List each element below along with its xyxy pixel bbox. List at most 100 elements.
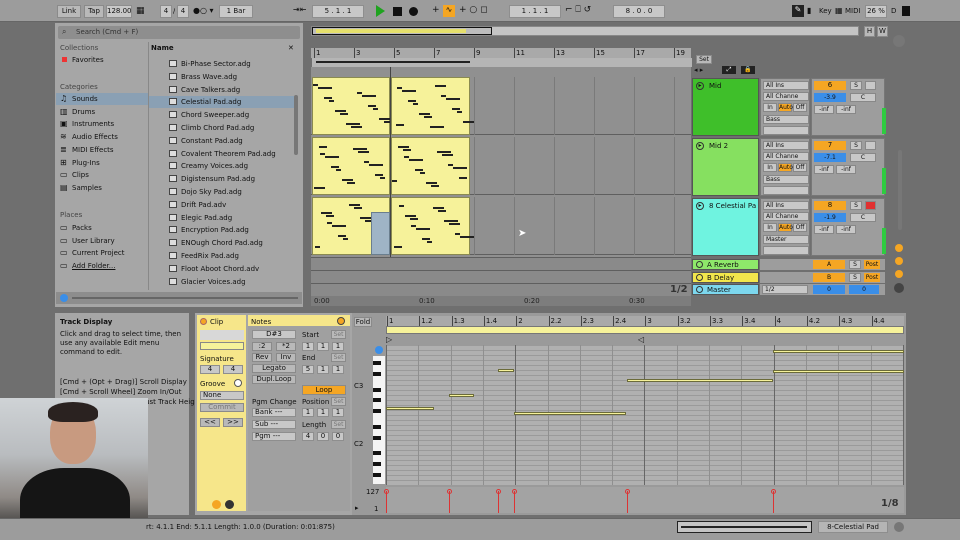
half-length-button[interactable]: :2 xyxy=(252,342,272,351)
nudge-left-button[interactable]: << xyxy=(200,418,220,427)
session-record-icon[interactable]: + ○ ◻ xyxy=(459,5,488,15)
groove-select[interactable]: None xyxy=(200,391,244,400)
midi-note[interactable] xyxy=(498,369,514,372)
position-bar[interactable]: 1 xyxy=(302,408,314,417)
monitor-off-button[interactable]: Off xyxy=(793,163,807,172)
pan-field[interactable]: C xyxy=(850,153,876,162)
file-item[interactable]: ENOugh Chord Pad.adg xyxy=(149,237,295,249)
midi-clip[interactable] xyxy=(391,197,474,255)
length-beat[interactable]: 0 xyxy=(317,432,329,441)
end-beat[interactable]: 1 xyxy=(317,365,329,374)
monitor-auto-button[interactable]: Auto xyxy=(778,103,793,112)
velocity-handle[interactable] xyxy=(384,489,389,494)
input-channel-select[interactable]: All Channe xyxy=(763,212,809,221)
solo-button[interactable]: S xyxy=(850,81,862,90)
places-item[interactable]: ▭ Add Folder... xyxy=(56,260,148,272)
arrangement-overview[interactable] xyxy=(311,26,859,36)
velocity-stem[interactable] xyxy=(627,491,628,513)
velocity-lane[interactable] xyxy=(384,487,904,513)
file-item[interactable]: FeedRix Pad.adg xyxy=(149,250,295,262)
file-item[interactable]: Elegic Pad.adg xyxy=(149,212,295,224)
length-bar[interactable]: 4 xyxy=(302,432,314,441)
velocity-stem[interactable] xyxy=(773,491,774,513)
note-value-field[interactable]: D#3 xyxy=(252,330,296,339)
monitor-off-button[interactable]: Off xyxy=(793,103,807,112)
file-item[interactable]: Bi-Phase Sector.adg xyxy=(149,58,295,70)
mixer-toggle-icon[interactable] xyxy=(894,283,904,293)
legato-button[interactable]: Legato xyxy=(252,364,296,373)
track-number-button[interactable]: 7 xyxy=(814,141,846,150)
midi-note[interactable] xyxy=(386,407,434,410)
velocity-stem[interactable] xyxy=(498,491,499,513)
monitor-off-button[interactable]: Off xyxy=(793,223,807,232)
view-h-button[interactable]: H xyxy=(864,26,875,37)
clip-start-marker-icon[interactable]: ▷ xyxy=(386,335,392,344)
return-solo-button[interactable]: S xyxy=(849,272,861,282)
pan-field[interactable]: C xyxy=(850,93,876,102)
double-length-button[interactable]: *2 xyxy=(276,342,296,351)
length-set-button[interactable]: Set xyxy=(331,420,346,429)
pgm-field[interactable]: Pgm --- xyxy=(252,432,296,441)
midi-ruler[interactable]: 1 1.2 1.3 1.4 2 2.2 2.3 2.4 3 3.2 3.3 3.4 4 4.2 4.3 4.4 xyxy=(386,316,904,326)
clip-loop-bar[interactable] xyxy=(386,326,904,334)
browser-search[interactable]: ⌕ Search (Cmd + F) xyxy=(58,26,300,39)
file-item[interactable]: Constant Pad.adg xyxy=(149,135,295,147)
send-a-field[interactable]: -inf xyxy=(814,225,834,234)
volume-field[interactable]: -1.9 xyxy=(814,213,846,222)
file-item[interactable]: Climb Chord Pad.adg xyxy=(149,122,295,134)
file-item[interactable]: Brass Wave.adg xyxy=(149,71,295,83)
locator-arrows-icon[interactable]: ◂ ▸ xyxy=(694,66,703,74)
time-ruler[interactable]: 0:00 0:10 0:20 0:30 xyxy=(311,296,691,306)
notes-tab-icon[interactable] xyxy=(337,317,345,325)
notes-tab[interactable]: Notes xyxy=(251,318,271,326)
places-item[interactable]: ▭ User Library xyxy=(56,235,148,247)
signature-denominator[interactable]: 4 xyxy=(177,5,189,18)
record-icon[interactable] xyxy=(409,7,418,16)
monitor-auto-button[interactable]: Auto xyxy=(778,223,793,232)
search-input[interactable]: Search (Cmd + F) xyxy=(76,28,138,36)
velocity-handle[interactable] xyxy=(512,489,517,494)
play-icon[interactable] xyxy=(376,5,385,17)
file-item[interactable]: Celestial Pad.adg xyxy=(149,96,295,109)
return-header[interactable]: B Delay xyxy=(692,271,759,283)
position-set-button[interactable]: Set xyxy=(331,397,346,406)
category-item[interactable]: ▭ Clips xyxy=(56,169,148,181)
file-item[interactable]: Cave Talkers.adg xyxy=(149,84,295,96)
computer-keyboard-icon[interactable]: ▦ xyxy=(835,6,843,15)
clip-name-field[interactable] xyxy=(200,330,244,340)
master-cue[interactable]: 0 xyxy=(849,285,879,294)
velocity-stem[interactable] xyxy=(386,491,387,513)
view-w-button[interactable]: W xyxy=(877,26,888,37)
loop-length-field[interactable]: 8 . 0 . 0 xyxy=(613,5,665,18)
tempo-field[interactable]: 128.00 xyxy=(106,5,132,18)
input-type-select[interactable]: All Ins xyxy=(763,141,809,150)
groove-hot-swap-icon[interactable] xyxy=(234,379,242,387)
piano-black-key[interactable] xyxy=(373,361,381,366)
return-activator-icon[interactable] xyxy=(696,273,703,281)
piano-black-key[interactable] xyxy=(373,462,381,466)
category-item[interactable]: ▥ Drums xyxy=(56,106,148,118)
midi-note[interactable] xyxy=(773,370,904,373)
position-sixteenth[interactable]: 1 xyxy=(332,408,344,417)
post-button[interactable]: Post xyxy=(864,272,880,282)
file-item[interactable]: Dojo Sky Pad.adg xyxy=(149,186,295,198)
volume-field[interactable]: -3.9 xyxy=(814,93,846,102)
track-activator-icon[interactable]: ▸ xyxy=(696,82,704,90)
midi-note[interactable] xyxy=(449,394,474,397)
velocity-stem[interactable] xyxy=(514,491,515,513)
velocity-stem[interactable] xyxy=(449,491,450,513)
output-channel-select[interactable] xyxy=(763,186,809,195)
crossfade-icon[interactable] xyxy=(895,270,903,278)
sub-field[interactable]: Sub --- xyxy=(252,420,296,429)
tap-button[interactable]: Tap xyxy=(84,5,104,18)
input-channel-select[interactable]: All Channe xyxy=(763,152,809,161)
track-activator-icon[interactable]: ▸ xyxy=(696,202,704,210)
note-grid[interactable] xyxy=(386,345,904,485)
start-beat[interactable]: 1 xyxy=(317,342,329,351)
track-header[interactable]: ▸ Mid 2 xyxy=(692,138,759,196)
solo-button[interactable]: S xyxy=(850,141,862,150)
piano-black-key[interactable] xyxy=(373,435,381,440)
output-select[interactable]: Bass xyxy=(763,175,809,184)
cue-icon[interactable] xyxy=(895,244,903,252)
arm-icon[interactable] xyxy=(865,81,876,90)
